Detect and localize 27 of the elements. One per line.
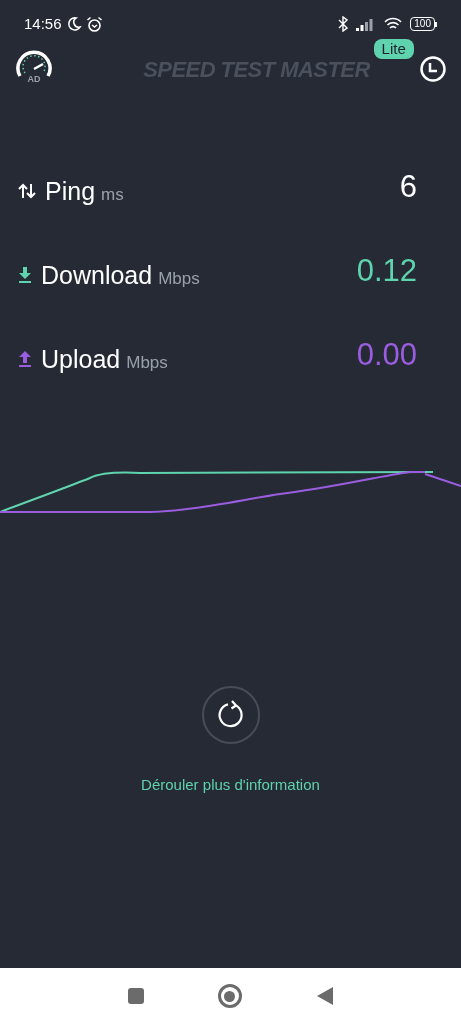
metric-label: Ping — [45, 175, 96, 207]
metric-label: Download — [41, 259, 153, 291]
moon-icon — [65, 16, 82, 32]
battery-icon: 100 — [410, 17, 437, 31]
speedometer-ad-button[interactable]: AD — [14, 49, 54, 89]
lite-badge: Lite — [373, 38, 414, 59]
wifi-icon — [384, 17, 403, 31]
metric-unit: Mbps — [158, 267, 200, 290]
back-icon[interactable] — [315, 986, 334, 1006]
history-clock-button[interactable] — [419, 55, 447, 83]
bluetooth-icon — [338, 16, 349, 32]
alarm-icon — [85, 15, 103, 33]
home-button[interactable] — [217, 984, 242, 1008]
up-down-arrows-icon — [18, 183, 36, 200]
metric-value: 6 — [399, 167, 417, 206]
restart-button[interactable] — [201, 686, 260, 744]
metric-value: 0.00 — [356, 335, 417, 374]
recents-button[interactable] — [127, 988, 144, 1004]
upload-icon — [18, 351, 32, 368]
metric-unit: ms — [101, 183, 124, 206]
more-info-link[interactable]: Dérouler plus d'information — [141, 774, 320, 797]
status-time: 14:56 — [24, 13, 62, 34]
refresh-icon — [215, 700, 246, 730]
metric-unit: Mbps — [126, 351, 168, 374]
metric-label: Upload — [41, 343, 121, 375]
metric-value: 0.12 — [356, 251, 417, 290]
download-icon — [18, 267, 32, 284]
